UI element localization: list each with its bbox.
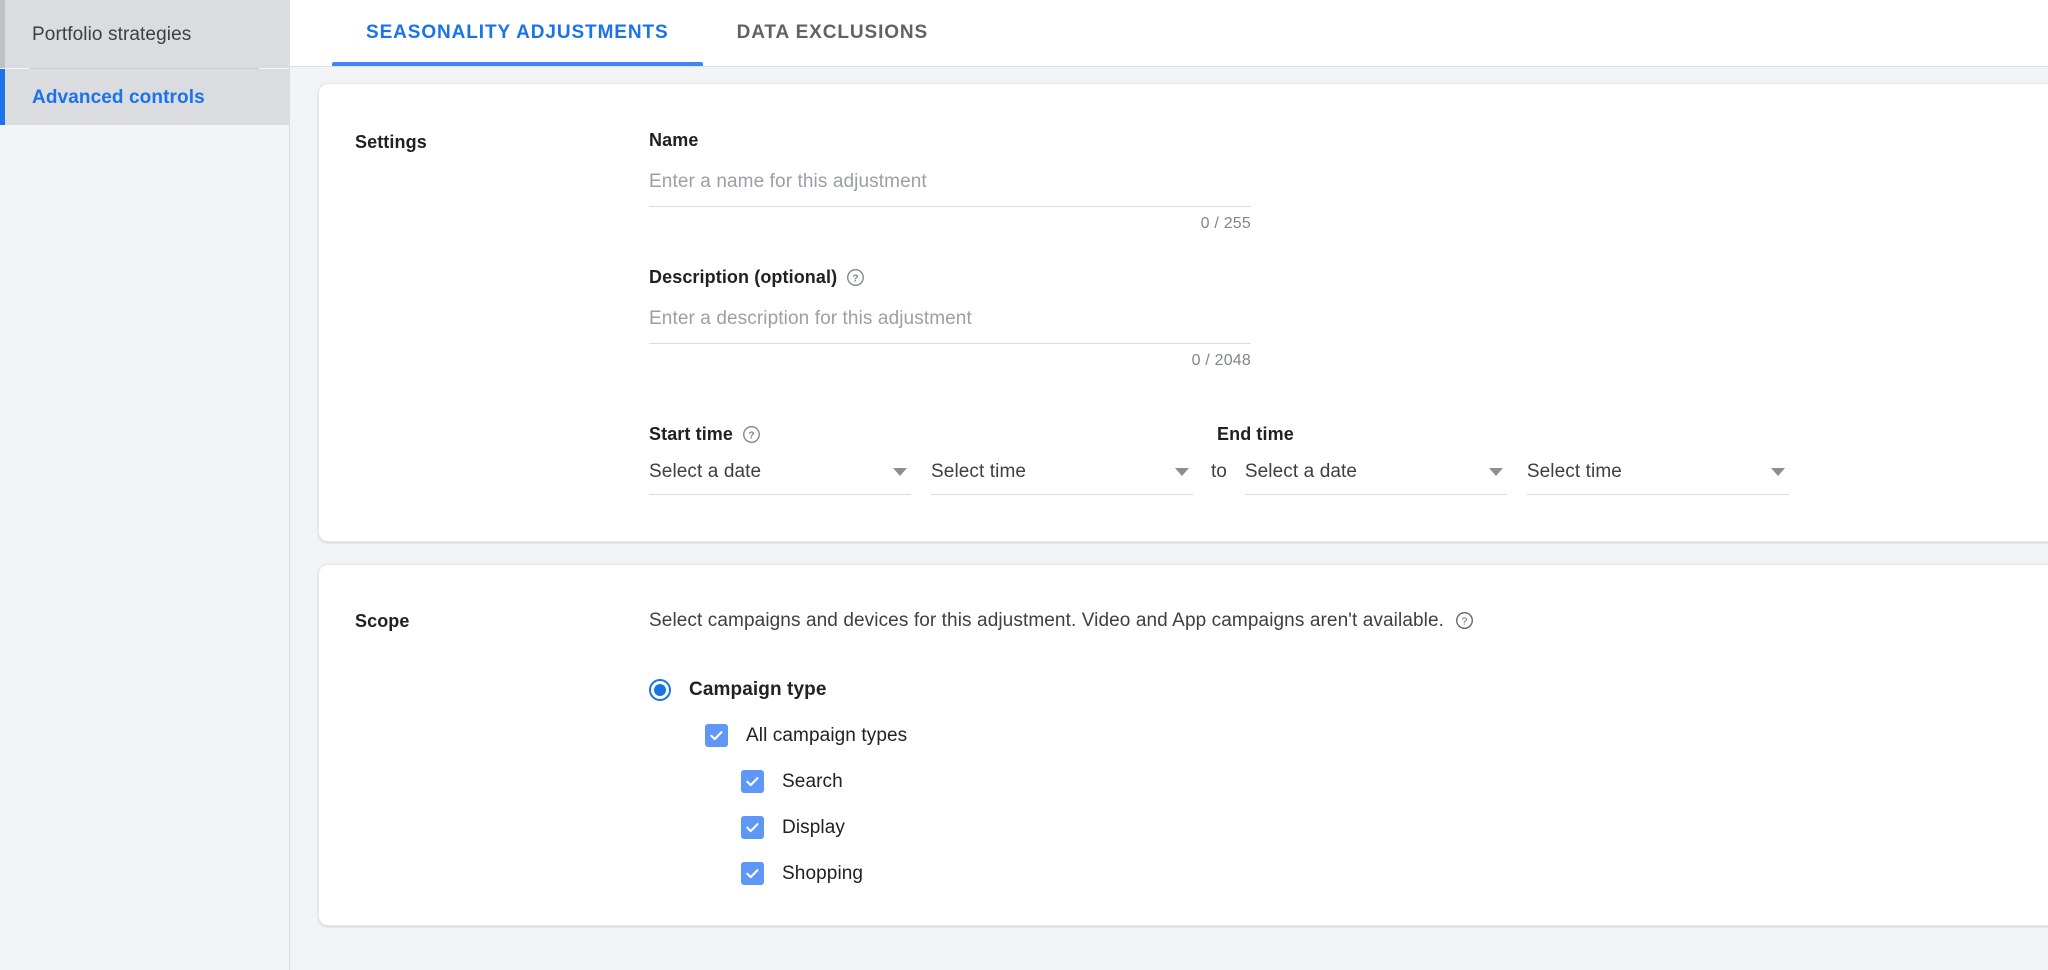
to-separator-label: to — [1211, 460, 1227, 482]
checkbox-checked-icon — [741, 862, 764, 886]
checkbox-label: All campaign types — [746, 724, 908, 746]
scope-description: Select campaigns and devices for this ad… — [649, 609, 2048, 634]
checkbox-checked-icon — [741, 770, 764, 794]
help-circle-icon[interactable]: ? — [846, 268, 865, 287]
description-label-text: Description (optional) — [649, 266, 838, 287]
sidebar-active-indicator — [0, 69, 5, 125]
end-time-select-value: Select time — [1526, 460, 1622, 482]
svg-text:?: ? — [852, 273, 858, 284]
chevron-down-icon — [893, 467, 907, 476]
name-input[interactable]: Enter a name for this adjustment — [649, 171, 1251, 207]
name-input-underline — [649, 205, 1251, 207]
svg-text:?: ? — [748, 430, 754, 441]
end-date-select-value: Select a date — [1244, 460, 1358, 482]
checkbox-checked-icon — [741, 816, 764, 840]
sidebar-item-label-advanced-controls: Advanced controls — [32, 86, 205, 108]
name-field-label: Name — [649, 130, 2048, 151]
name-input-placeholder: Enter a name for this adjustment — [649, 171, 927, 192]
checkbox-all-campaign-types[interactable]: All campaign types — [705, 724, 2048, 748]
radio-dot — [654, 684, 666, 697]
tab-data-exclusions[interactable]: DATA EXCLUSIONS — [703, 0, 963, 66]
app-root: Portfolio strategies Advanced controls S… — [0, 0, 2048, 970]
name-char-counter: 0 / 255 — [1200, 214, 1251, 232]
checkbox-display[interactable]: Display — [741, 816, 2048, 840]
description-char-counter: 0 / 2048 — [1191, 351, 1251, 369]
scope-section-label: Scope — [355, 610, 410, 631]
sidebar-item-portfolio-strategies[interactable]: Portfolio strategies — [0, 0, 289, 68]
description-input[interactable]: Enter a description for this adjustment — [649, 308, 1251, 344]
end-time-select[interactable]: Select time — [1526, 460, 1789, 495]
end-date-select[interactable]: Select a date — [1244, 460, 1507, 495]
scope-fields: Select campaigns and devices for this ad… — [649, 609, 2048, 886]
settings-card: Settings Name Enter a name for this adju… — [318, 83, 2048, 542]
description-input-underline — [649, 342, 1251, 344]
sidebar-rail — [0, 0, 5, 68]
tab-seasonality-adjustments[interactable]: SEASONALITY ADJUSTMENTS — [332, 0, 703, 66]
description-input-placeholder: Enter a description for this adjustment — [649, 307, 972, 329]
end-time-label-text: End time — [1217, 423, 1294, 444]
end-time-underline — [1526, 493, 1789, 495]
checkbox-label: Shopping — [782, 862, 864, 884]
scope-description-text: Select campaigns and devices for this ad… — [649, 609, 1445, 631]
start-time-label: Start time ? — [649, 424, 1217, 445]
description-field-label: Description (optional) ? — [649, 267, 2048, 288]
checkbox-search[interactable]: Search — [741, 770, 2048, 794]
start-date-select-value: Select a date — [649, 460, 762, 482]
svg-text:?: ? — [1462, 617, 1468, 628]
name-label-text: Name — [649, 130, 699, 150]
time-headers-row: Start time ? End time — [649, 424, 2048, 445]
chevron-down-icon — [1488, 467, 1503, 476]
start-time-select[interactable]: Select time — [931, 461, 1193, 495]
help-circle-icon[interactable]: ? — [742, 425, 761, 444]
start-date-underline — [649, 493, 911, 495]
radio-selected-icon — [649, 679, 671, 702]
start-time-label-text: Start time — [649, 423, 734, 444]
chevron-down-icon — [1175, 467, 1189, 476]
start-time-underline — [931, 493, 1193, 495]
tab-label: SEASONALITY ADJUSTMENTS — [366, 22, 669, 43]
start-time-select-value: Select time — [931, 460, 1027, 482]
sidebar-item-advanced-controls[interactable]: Advanced controls — [0, 69, 289, 125]
tab-label: DATA EXCLUSIONS — [736, 22, 929, 43]
chevron-down-icon — [1770, 467, 1785, 476]
checkbox-label: Search — [782, 770, 843, 792]
checkbox-checked-icon — [705, 724, 728, 748]
radio-campaign-type-label: Campaign type — [689, 679, 827, 701]
end-date-underline — [1244, 493, 1507, 495]
sidebar-item-label-portfolio-strategies: Portfolio strategies — [32, 23, 192, 45]
start-date-select[interactable]: Select a date — [649, 461, 911, 495]
main-panel: SEASONALITY ADJUSTMENTS DATA EXCLUSIONS … — [290, 0, 2048, 970]
checkbox-label: Display — [782, 816, 845, 838]
time-selects-row: Select a date Select time to Select a da… — [649, 461, 2048, 495]
settings-section-label: Settings — [355, 132, 427, 152]
sidebar: Portfolio strategies Advanced controls — [0, 0, 290, 970]
content-area: Settings Name Enter a name for this adju… — [290, 67, 2048, 970]
settings-fields: Name Enter a name for this adjustment 0 … — [649, 130, 2048, 495]
scope-card: Scope Select campaigns and devices for t… — [318, 563, 2048, 927]
help-circle-icon[interactable]: ? — [1455, 611, 1474, 630]
end-time-label: End time — [1217, 424, 1294, 445]
radio-campaign-type[interactable]: Campaign type — [649, 679, 2048, 702]
checkbox-shopping[interactable]: Shopping — [741, 862, 2048, 886]
tab-bar: SEASONALITY ADJUSTMENTS DATA EXCLUSIONS — [290, 0, 2048, 67]
